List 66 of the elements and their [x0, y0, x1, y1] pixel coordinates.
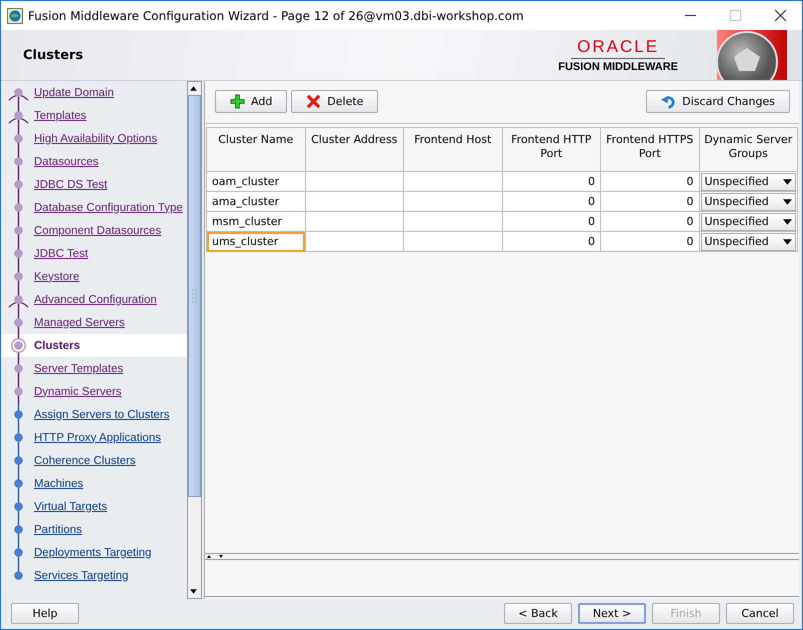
column-header[interactable]: Cluster Address: [305, 128, 404, 172]
step-link[interactable]: Coherence Clusters: [34, 454, 136, 466]
page-title: Clusters: [23, 48, 84, 62]
grip-icon: [192, 288, 198, 304]
table-cell: 0: [600, 192, 699, 212]
step-link[interactable]: High Availability Options: [34, 132, 158, 144]
caret-icon: [783, 218, 792, 224]
step-link[interactable]: Component Datasources: [34, 224, 162, 236]
step-link[interactable]: Managed Servers: [34, 316, 125, 328]
table-cell: 0: [600, 232, 699, 252]
dropdown[interactable]: Unspecified: [700, 232, 796, 250]
step-link[interactable]: HTTP Proxy Applications: [34, 432, 161, 444]
dropdown[interactable]: Unspecified: [700, 192, 796, 210]
column-header[interactable]: Cluster Name: [206, 128, 305, 172]
logo-brand: ORACLE: [571, 37, 666, 59]
column-header[interactable]: Dynamic Server Groups: [699, 128, 798, 172]
help-button[interactable]: Help: [11, 602, 79, 624]
step-link[interactable]: Database Configuration Type: [34, 202, 183, 214]
step-link[interactable]: Update Domain: [34, 86, 114, 98]
add-button[interactable]: Add: [215, 90, 288, 113]
delete-button[interactable]: Delete: [291, 90, 378, 113]
step-link[interactable]: Services Targeting: [34, 570, 128, 582]
dropdown[interactable]: Unspecified: [700, 212, 796, 230]
table-cell: oam_cluster: [206, 172, 305, 192]
app-icon: [7, 8, 23, 24]
column-header[interactable]: Frontend HTTP Port: [502, 128, 600, 172]
column-header[interactable]: Frontend Host: [404, 128, 502, 172]
wizard-button[interactable]: Next >: [578, 602, 646, 624]
step-link[interactable]: Server Templates: [34, 362, 124, 374]
caret-icon: [783, 178, 792, 184]
step-link[interactable]: Deployments Targeting: [34, 546, 152, 558]
table-cell: 0: [502, 172, 600, 192]
step-link[interactable]: JDBC DS Test: [34, 178, 108, 190]
step-link[interactable]: Templates: [34, 110, 86, 122]
caret-icon: [783, 238, 792, 244]
logo-product: FUSION MIDDLEWARE: [558, 61, 678, 73]
table-cell: 0: [600, 212, 699, 232]
wizard-button[interactable]: < Back: [504, 602, 572, 624]
step-link[interactable]: Partitions: [34, 524, 82, 536]
discard-changes-button[interactable]: Discard Changes: [646, 90, 790, 113]
step-link[interactable]: Dynamic Servers: [34, 386, 122, 398]
delete-x-icon: [306, 94, 322, 109]
table-cell: ums_cluster: [206, 232, 305, 252]
dropdown[interactable]: Unspecified: [700, 172, 796, 190]
step-link[interactable]: Datasources: [34, 156, 99, 168]
column-header[interactable]: Frontend HTTPS Port: [600, 128, 699, 172]
scrollbar[interactable]: [187, 81, 202, 599]
step-label: Clusters: [34, 340, 80, 352]
table-cell: 0: [502, 212, 600, 232]
step-link[interactable]: Virtual Targets: [34, 500, 108, 512]
step-link[interactable]: Machines: [34, 478, 84, 490]
plus-icon: [230, 94, 245, 109]
window-title: Fusion Middleware Configuration Wizard - Page 12 of 26@vm03.dbi-workshop.com: [28, 8, 524, 22]
table-cell: 0: [502, 192, 600, 212]
step-link[interactable]: Assign Servers to Clusters: [34, 408, 170, 420]
caret-icon: [783, 198, 792, 204]
step-link[interactable]: JDBC Test: [34, 248, 88, 260]
undo-arrow-icon: [661, 94, 676, 109]
step-link[interactable]: Advanced Configuration: [34, 294, 157, 306]
close-icon[interactable]: [775, 10, 786, 21]
table-cell: 0: [600, 172, 699, 192]
wizard-button[interactable]: Cancel: [726, 602, 794, 624]
table-cell: 0: [502, 232, 600, 252]
step-link[interactable]: Keystore: [34, 270, 80, 282]
table-cell: msm_cluster: [206, 212, 305, 232]
table-cell: ama_cluster: [206, 192, 305, 212]
